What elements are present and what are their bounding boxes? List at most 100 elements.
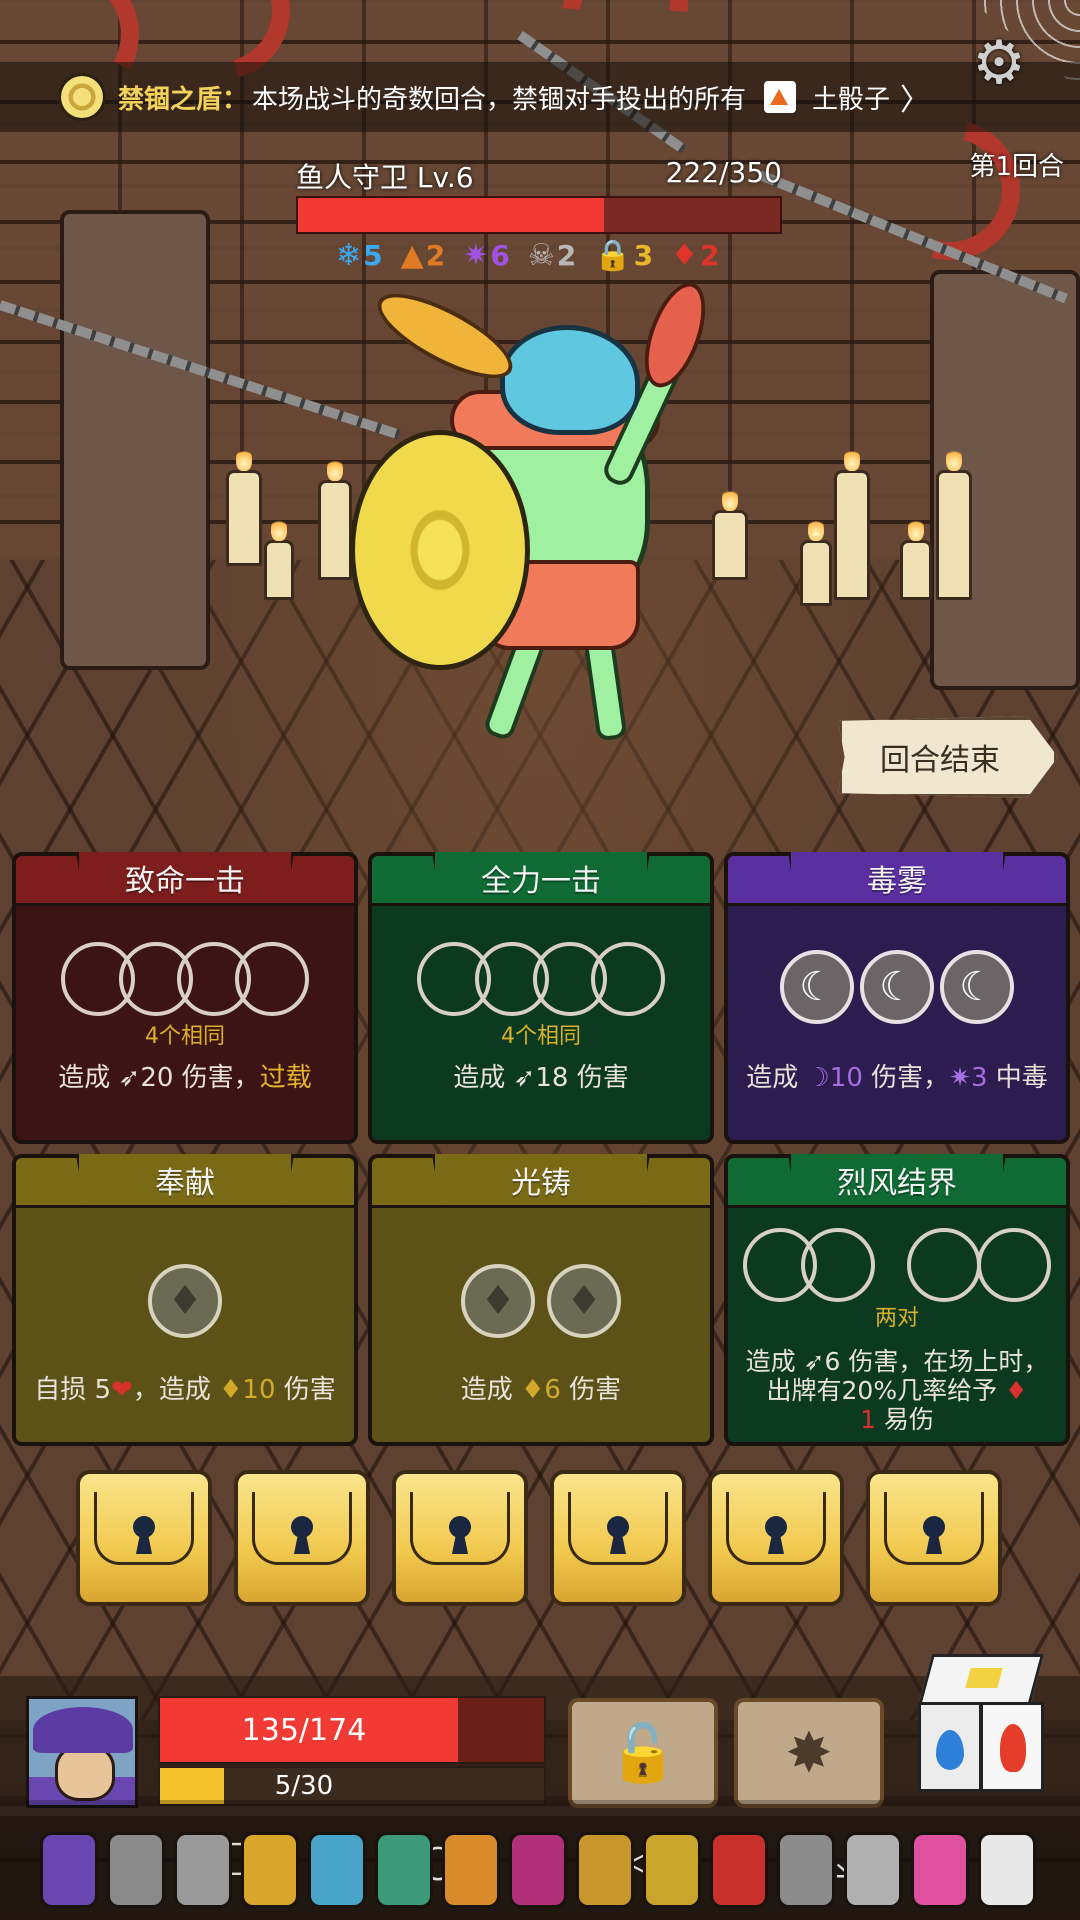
status-effect[interactable]: ☠ 2 (528, 238, 576, 273)
skill-card-devotion[interactable]: 奉献 ♦ 自损 5❤，造成 ♦10 伤害 (12, 1154, 358, 1446)
dice-slot[interactable] (235, 942, 309, 1016)
card-title: 致命一击 (76, 852, 294, 906)
locked-dice-slot[interactable] (76, 1470, 212, 1606)
dice-slots: ♦ ♦ (372, 1264, 710, 1338)
card-condition: 两对 (874, 1306, 919, 1331)
diamond-dice-slot[interactable]: ♦ (461, 1264, 535, 1338)
card-condition: 4个相同 (501, 1024, 581, 1049)
locked-dice-slot[interactable] (550, 1470, 686, 1606)
card-title: 烈风结界 (788, 1154, 1006, 1208)
status-effect[interactable]: 🔒 3 (594, 238, 653, 273)
orange-claw-item-icon[interactable] (442, 1832, 500, 1908)
candle (800, 517, 832, 606)
grey-scroll-item-icon[interactable] (777, 1832, 835, 1908)
keyhole-icon (607, 1516, 629, 1538)
card-title: 全力一击 (432, 852, 650, 906)
dice-slots (16, 942, 354, 1016)
card-effect: 造成 ➶20 伤害，过载 (58, 1063, 312, 1093)
card-effect: 造成 ➶6 伤害，在场上时，出牌有20%几率给予 ♦ 1 易伤 (745, 1347, 1049, 1434)
keyhole-icon (765, 1516, 787, 1538)
status-value: 2 (556, 239, 577, 272)
locked-dice-slot[interactable] (234, 1470, 370, 1606)
status-value: 2 (699, 239, 720, 272)
status-value: 6 (490, 239, 510, 272)
player-hp-text: 135/174 (241, 1712, 367, 1748)
status-effect[interactable]: ♦ 2 (671, 238, 719, 273)
relic-name: 禁锢之盾： (118, 84, 249, 115)
shield-coin-icon (58, 73, 106, 121)
moon-dice-slot[interactable]: ☾ (940, 950, 1014, 1024)
enemy-hp-bar (296, 196, 782, 234)
moon-dice-slot[interactable]: ☾ (860, 950, 934, 1024)
candle (226, 447, 262, 566)
poison-splat-icon: ✷ (463, 238, 489, 273)
gold-chain-item-icon[interactable] (643, 1832, 701, 1908)
gold-amulet-item-icon[interactable] (576, 1832, 634, 1908)
diamond-dice-slot[interactable]: ♦ (547, 1264, 621, 1338)
skill-card-fatal-strike[interactable]: 致命一击 4个相同 造成 ➶20 伤害，过载 (12, 852, 358, 1144)
wing-item-icon[interactable] (844, 1832, 902, 1908)
diamond-dice-slot[interactable]: ♦ (148, 1264, 222, 1338)
end-turn-button[interactable]: 回合结束 (838, 716, 1058, 798)
blue-gem-item-icon[interactable] (308, 1832, 366, 1908)
flame-icon: ▲ (400, 238, 424, 273)
gold-ring-item-icon[interactable] (241, 1832, 299, 1908)
keyhole-icon (923, 1516, 945, 1538)
gear-icon[interactable]: ⚙ (966, 30, 1032, 96)
white-die-item-icon[interactable] (978, 1832, 1036, 1908)
earth-dice-icon (764, 81, 797, 113)
fishman-guard-enemy[interactable] (330, 274, 760, 760)
fish-on-head (366, 277, 524, 395)
unlock-icon[interactable]: 🔓 (568, 1698, 718, 1808)
candle (936, 447, 972, 600)
enemy-shield (350, 430, 530, 670)
dice-slots: ♦ (16, 1264, 354, 1338)
relic-description: 本场战斗的奇数回合，禁锢对手投出的所有 (252, 84, 747, 115)
skull-scroll-item-icon[interactable] (107, 1832, 165, 1908)
card-effect: 造成 ☽10 伤害，✷3 中毒 (746, 1063, 1048, 1093)
locked-dice-slot[interactable] (392, 1470, 528, 1606)
green-d20-item-icon[interactable] (375, 1832, 433, 1908)
card-effect: 造成 ♦6 伤害 (460, 1375, 622, 1405)
skill-card-full-strike[interactable]: 全力一击 4个相同 造成 ➶18 伤害 (368, 852, 714, 1144)
wizard-hat-item-icon[interactable] (40, 1832, 98, 1908)
locked-dice-slot[interactable] (708, 1470, 844, 1606)
skill-card-light-forge[interactable]: 光铸 ♦ ♦ 造成 ♦6 伤害 (368, 1154, 714, 1446)
moon-dice-slot[interactable]: ☾ (780, 950, 854, 1024)
status-value: 3 (633, 239, 654, 272)
card-title: 毒雾 (788, 852, 1006, 906)
skull-icon: ☠ (527, 238, 555, 273)
status-effect[interactable]: ✷ 6 (463, 238, 510, 273)
elemental-die-icon[interactable] (910, 1650, 1050, 1800)
dice-slot[interactable] (591, 942, 665, 1016)
enemy-name: 鱼人守卫 Lv.6 (296, 161, 474, 194)
pink-demon-item-icon[interactable] (911, 1832, 969, 1908)
totem-item-icon[interactable] (509, 1832, 567, 1908)
status-effect[interactable]: ❄ 5 (336, 238, 383, 273)
water-drop-mark (936, 1730, 964, 1770)
dice-slot[interactable] (977, 1228, 1051, 1302)
status-effect[interactable]: ▲ 2 (401, 238, 446, 273)
red-gem-item-icon[interactable] (710, 1832, 768, 1908)
wizard-avatar-icon[interactable] (26, 1696, 138, 1808)
stone-pillar (60, 210, 210, 670)
dice-name: 土骰子 (812, 84, 891, 115)
flame-mark (1000, 1724, 1026, 1772)
round-counter: 第1回合 (969, 152, 1064, 182)
status-value: 5 (363, 239, 383, 272)
scroll-item-icon[interactable] (174, 1832, 232, 1908)
avatar-hat (33, 1707, 133, 1753)
gem-mark (965, 1668, 1003, 1688)
keyhole-icon (291, 1516, 313, 1538)
dice-slot[interactable] (801, 1228, 875, 1302)
relic-banner[interactable]: 禁锢之盾： 本场战斗的奇数回合，禁锢对手投出的所有 土骰子 〉 (0, 62, 1080, 132)
keyhole-icon (449, 1516, 471, 1538)
card-effect: 造成 ➶18 伤害 (453, 1063, 629, 1093)
dice-slot[interactable] (907, 1228, 981, 1302)
devil-icon: ♦ (671, 238, 698, 273)
dice-shatter-icon[interactable]: ✸ (734, 1698, 884, 1808)
locked-dice-slot[interactable] (866, 1470, 1002, 1606)
dice-slots (728, 1228, 1066, 1302)
skill-card-poison-fog[interactable]: 毒雾 ☾ ☾ ☾ 造成 ☽10 伤害，✷3 中毒 (724, 852, 1070, 1144)
skill-card-gale-barrier[interactable]: 烈风结界 两对 造成 ➶6 伤害，在场上时，出牌有20%几率给予 ♦ 1 易伤 (724, 1154, 1070, 1446)
